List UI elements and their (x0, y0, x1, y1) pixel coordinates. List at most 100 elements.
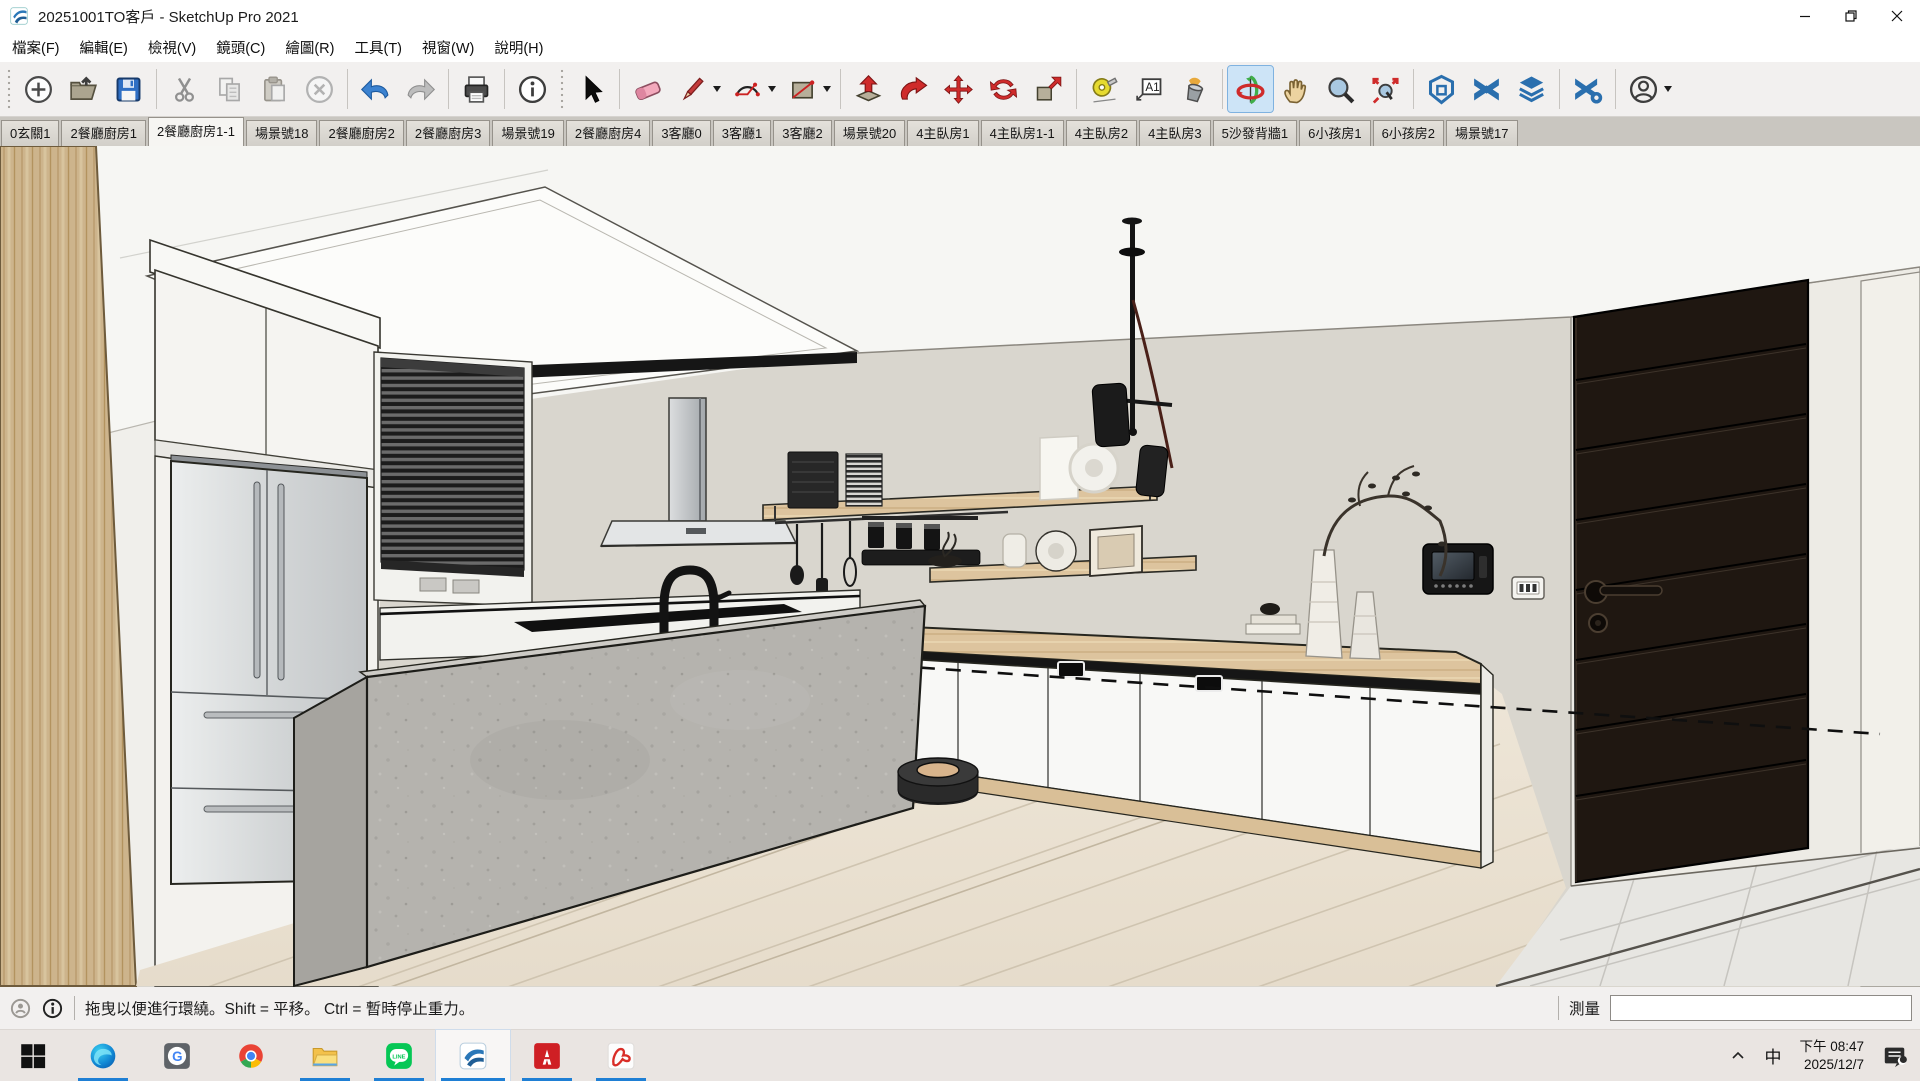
ime-indicator[interactable]: 中 (1764, 1043, 1781, 1068)
undo-button[interactable] (353, 66, 398, 112)
menu-edit[interactable]: 編輯(E) (70, 33, 138, 62)
paste-icon (258, 73, 291, 106)
taskbar-line-button[interactable]: LINE (362, 1030, 436, 1081)
menu-tools[interactable]: 工具(T) (344, 33, 412, 62)
scene-tab-13[interactable]: 4主臥房1 (907, 120, 978, 146)
undo-icon (359, 73, 392, 106)
zoom-tool-button[interactable] (1318, 66, 1363, 112)
move-tool-button[interactable] (936, 66, 981, 112)
scene-tab-6[interactable]: 2餐廳廚房3 (406, 120, 490, 146)
taskbar-chrome-button[interactable] (214, 1030, 288, 1081)
scene-tab-10[interactable]: 3客廳1 (713, 120, 771, 146)
scene-tab-17[interactable]: 5沙發背牆1 (1213, 120, 1297, 146)
menu-camera[interactable]: 鏡頭(C) (206, 33, 275, 62)
rectangle-tool-dropdown[interactable] (823, 86, 831, 92)
eraser-tool-button[interactable] (625, 66, 670, 112)
paste-button[interactable] (252, 66, 297, 112)
taskbar-acrobat-button[interactable] (584, 1030, 658, 1081)
zoom-extents-button[interactable] (1363, 66, 1408, 112)
redo-button[interactable] (398, 66, 443, 112)
info-status-icon[interactable] (41, 997, 64, 1020)
orbit-tool-button[interactable] (1228, 66, 1273, 112)
taskbar-google-button[interactable]: G (140, 1030, 214, 1081)
tape-measure-tool-button[interactable] (1082, 66, 1127, 112)
scene-tab-12[interactable]: 場景號20 (834, 120, 905, 146)
status-hint: 拖曳以便進行環繞。Shift = 平移。 Ctrl = 暫時停止重力。 (85, 997, 474, 1019)
scene-tab-14[interactable]: 4主臥房1-1 (981, 120, 1064, 146)
scene-tab-1[interactable]: 0玄關1 (1, 120, 59, 146)
menu-draw[interactable]: 繪圖(R) (275, 33, 344, 62)
google-app-icon: G (162, 1041, 192, 1071)
viewport-canvas[interactable] (0, 146, 1920, 987)
taskbar-explorer-button[interactable] (288, 1030, 362, 1081)
account-dropdown[interactable] (1664, 86, 1672, 92)
restore-button[interactable] (1828, 0, 1874, 32)
minimize-button[interactable] (1782, 0, 1828, 32)
extension-manager-button[interactable] (1565, 66, 1610, 112)
geolocation-status-icon[interactable] (9, 997, 32, 1020)
clock[interactable]: 下午 08:47 2025/12/7 (1799, 1038, 1864, 1073)
file-explorer-icon (310, 1041, 340, 1071)
window-blind[interactable] (374, 352, 532, 606)
zoom-extents-icon (1369, 73, 1402, 106)
model-viewport[interactable] (0, 146, 1920, 987)
arc-tool-dropdown[interactable] (768, 86, 776, 92)
delete-button[interactable] (297, 66, 342, 112)
menu-help[interactable]: 說明(H) (484, 33, 553, 62)
scene-tab-5[interactable]: 2餐廳廚房2 (319, 120, 403, 146)
scene-tab-3-active[interactable]: 2餐廳廚房1-1 (148, 117, 244, 146)
light-switch[interactable] (1512, 577, 1544, 599)
scene-tab-9[interactable]: 3客廳0 (652, 120, 710, 146)
scene-tab-11[interactable]: 3客廳2 (773, 120, 831, 146)
close-button[interactable] (1874, 0, 1920, 32)
taskbar-sketchup-button[interactable] (436, 1030, 510, 1081)
account-button[interactable] (1621, 66, 1666, 112)
toolbar-grip[interactable] (6, 69, 12, 109)
tags-button[interactable] (1509, 66, 1554, 112)
select-tool-button[interactable] (569, 66, 614, 112)
scene-tab-19[interactable]: 6小孩房2 (1373, 120, 1444, 146)
paint-bucket-tool-button[interactable] (1172, 66, 1217, 112)
statusbar: 拖曳以便進行環繞。Shift = 平移。 Ctrl = 暫時停止重力。 測量 (0, 987, 1920, 1029)
save-button[interactable] (106, 66, 151, 112)
scene-tab-16[interactable]: 4主臥房3 (1139, 120, 1210, 146)
taskbar-adobe-button[interactable] (510, 1030, 584, 1081)
push-pull-tool-button[interactable] (846, 66, 891, 112)
robot-vacuum[interactable] (898, 758, 978, 805)
menu-view[interactable]: 檢視(V) (138, 33, 206, 62)
start-button[interactable] (0, 1030, 66, 1081)
menu-window[interactable]: 視窗(W) (412, 33, 484, 62)
scene-tab-4[interactable]: 場景號18 (246, 120, 317, 146)
print-button[interactable] (454, 66, 499, 112)
scene-tab-2[interactable]: 2餐廳廚房1 (61, 120, 145, 146)
scene-tab-20[interactable]: 場景號17 (1446, 120, 1517, 146)
scene-tab-18[interactable]: 6小孩房1 (1299, 120, 1370, 146)
tray-expand-chevron[interactable] (1730, 1048, 1746, 1064)
taskbar-edge-button[interactable] (66, 1030, 140, 1081)
pan-tool-button[interactable] (1273, 66, 1318, 112)
scale-tool-button[interactable] (1026, 66, 1071, 112)
new-button[interactable] (16, 66, 61, 112)
entry-door[interactable] (1574, 280, 1808, 882)
intercom-panel[interactable] (1423, 544, 1493, 594)
cut-button[interactable] (162, 66, 207, 112)
arc-tool-button[interactable] (725, 66, 770, 112)
follow-me-tool-button[interactable] (891, 66, 936, 112)
scene-tab-7[interactable]: 場景號19 (492, 120, 563, 146)
action-center-icon[interactable] (1882, 1043, 1908, 1069)
line-tool-dropdown[interactable] (713, 86, 721, 92)
model-info-button[interactable] (510, 66, 555, 112)
scene-tab-8[interactable]: 2餐廳廚房4 (566, 120, 650, 146)
rotate-tool-button[interactable] (981, 66, 1026, 112)
measurements-input[interactable] (1610, 995, 1912, 1021)
copy-button[interactable] (207, 66, 252, 112)
extension-warehouse-button[interactable] (1464, 66, 1509, 112)
scene-tab-15[interactable]: 4主臥房2 (1066, 120, 1137, 146)
3d-warehouse-button[interactable] (1419, 66, 1464, 112)
toolbar-grip-2[interactable] (559, 69, 565, 109)
menu-file[interactable]: 檔案(F) (2, 33, 70, 62)
text-tool-button[interactable]: A1 (1127, 66, 1172, 112)
open-button[interactable] (61, 66, 106, 112)
line-tool-button[interactable] (670, 66, 715, 112)
rectangle-tool-button[interactable] (780, 66, 825, 112)
